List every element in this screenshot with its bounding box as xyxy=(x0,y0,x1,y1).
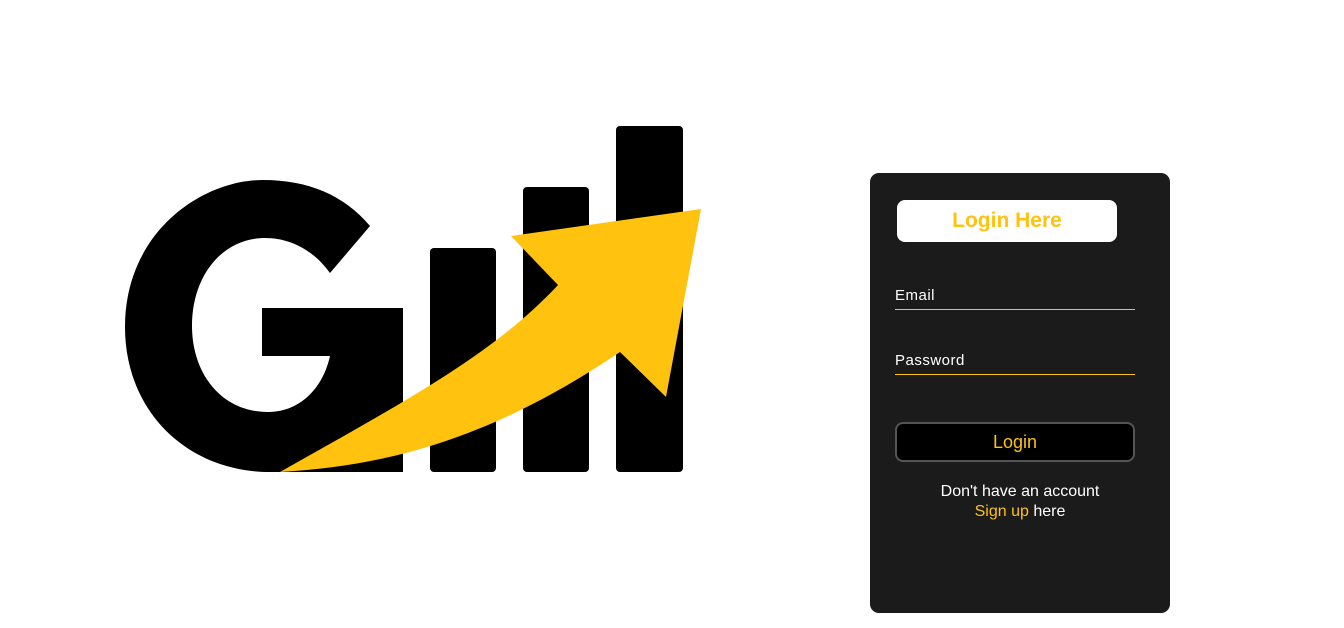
email-field-container xyxy=(895,283,1135,310)
login-button[interactable]: Login xyxy=(895,422,1135,462)
login-page: Login Here Login Don't have an account S… xyxy=(0,0,1344,628)
signup-line: Sign up here xyxy=(870,502,1170,522)
email-field[interactable] xyxy=(895,283,1135,307)
signup-suffix: here xyxy=(1028,503,1066,520)
gill-logo xyxy=(125,126,701,472)
signup-link[interactable]: Sign up xyxy=(975,503,1029,520)
login-title: Login Here xyxy=(897,200,1117,242)
password-field-container xyxy=(895,348,1135,375)
login-panel: Login Here Login Don't have an account S… xyxy=(870,173,1170,613)
password-field[interactable] xyxy=(895,348,1135,372)
signup-prompt: Don't have an account Sign up here xyxy=(870,482,1170,522)
signup-prompt-text: Don't have an account xyxy=(940,483,1100,500)
